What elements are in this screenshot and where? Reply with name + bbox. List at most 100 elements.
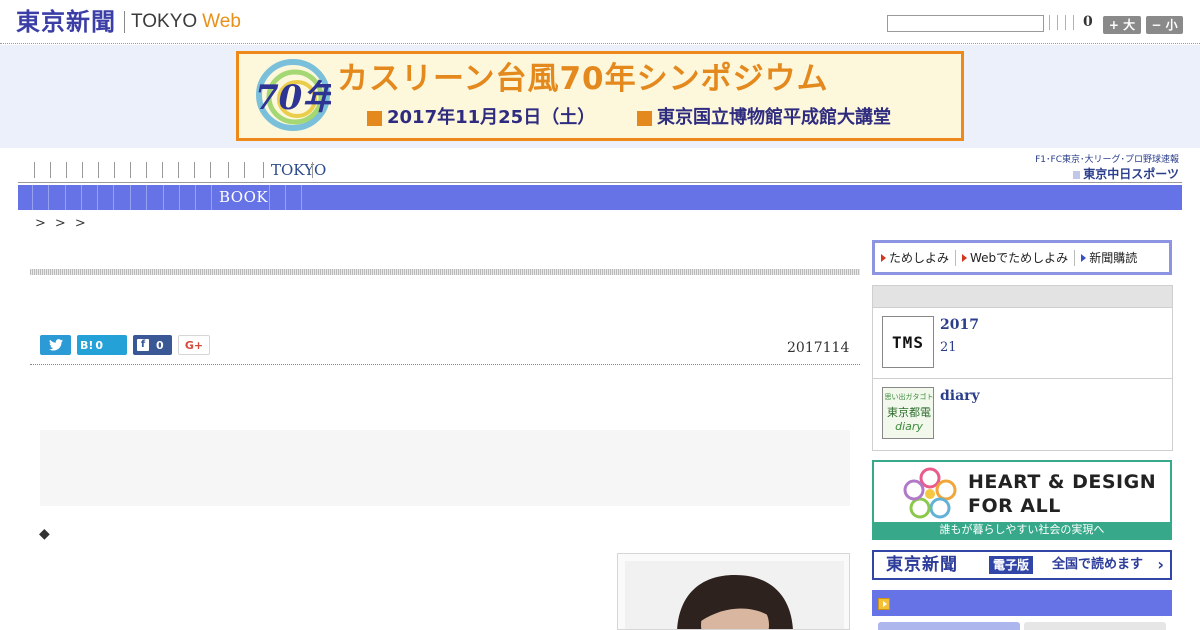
banner-square-bullet [367,111,382,126]
play-icon [1073,170,1081,179]
heart-design-title-2: FOR ALL [968,495,1061,517]
tab-label: 新聞購読 [1089,251,1138,265]
category-item[interactable] [81,185,82,210]
chunichi-sports-caption: F1･FC東京･大リーグ･プロ野球速報 [1035,155,1179,165]
font-smaller-button[interactable]: − 小 [1146,16,1183,34]
category-item[interactable] [130,185,131,210]
banner-date: 2017年11月25日（土） [387,107,596,128]
heart-design-caption: 誰もが暮らしやすい社会の実現へ [874,522,1170,538]
arrow-right-icon [1081,253,1087,262]
nav-item[interactable] [210,162,211,178]
logo-tokyo-shimbun: 東京新聞 [16,8,116,36]
list-item[interactable]: 思い出ガタゴト 東京都電 diary diary [873,379,1172,450]
nav-item[interactable] [244,162,245,178]
sidebar-feature-list: TMS 2017 21 思い出ガタゴト 東京都電 diary diary [872,285,1173,451]
nav-item[interactable] [146,162,147,178]
category-item[interactable] [163,185,164,210]
ranking-tab[interactable] [1024,622,1166,630]
feature-title[interactable]: 2017 [940,317,979,333]
nav-item[interactable] [82,162,83,178]
feature-title[interactable]: diary [940,388,980,404]
site-logo[interactable]: 東京新聞 TOKYO Web [16,8,241,36]
facebook-share-button[interactable]: f 0 [133,335,172,355]
play-icon [878,598,890,610]
banner-venue: 東京国立博物館平成館大講堂 [657,107,891,128]
nav-item[interactable] [114,162,115,178]
article-photo [617,553,850,630]
breadcrumb-separator: > [74,216,86,231]
banner-area: 70年 カスリーン台風70年シンポジウム 2017年11月25日（土） 東京国立… [0,45,1200,148]
category-item[interactable] [65,185,66,210]
twitter-share-button[interactable] [40,335,71,355]
nav-item[interactable] [98,162,99,178]
nav-item-tokyo[interactable]: TOKYO [271,161,326,179]
header-separator [1049,15,1050,30]
nav-item[interactable] [50,162,51,178]
site-header: 東京新聞 TOKYO Web 0 + 大 − 小 [0,0,1200,44]
category-item[interactable] [285,185,286,210]
header-link-separators [1049,15,1074,30]
anniversary-logo-text: 70年 [255,78,331,118]
primary-nav: TOKYO [18,160,1018,180]
symposium-banner-ad[interactable]: 70年 カスリーン台風70年シンポジウム 2017年11月25日（土） 東京国立… [236,51,964,141]
digital-edition-logo: 東京新聞 [886,555,958,575]
twitter-icon [48,339,63,351]
section-bullet: ◆ [39,526,50,542]
font-larger-button[interactable]: + 大 [1103,16,1141,34]
category-item[interactable] [211,185,212,210]
ranking-tab-active[interactable] [878,622,1020,630]
portrait-image [625,561,844,629]
category-item[interactable] [301,185,302,210]
logo-web-text: Web [202,11,241,32]
heart-design-title: HEART & DESIGN [968,471,1157,493]
category-item-book[interactable]: BOOK [219,189,268,206]
nav-item[interactable] [162,162,163,178]
chevron-right-icon: › [1157,555,1164,574]
heart-design-ad[interactable]: HEART & DESIGN FOR ALL 誰もが暮らしやすい社会の実現へ [872,460,1172,540]
hatena-bookmark-button[interactable]: B! 0 [77,335,127,355]
header-separator [1065,15,1066,30]
banner-square-bullet [637,111,652,126]
portrait-silhouette [677,575,793,629]
nav-item[interactable] [228,162,229,178]
nav-item[interactable] [263,162,264,178]
nav-item[interactable] [66,162,67,178]
thumbnail-title: 東京都電 [887,406,931,419]
tab-divider [955,249,957,266]
logo-tokyo-text: TOKYO [131,11,198,32]
digital-edition-banner[interactable]: 東京新聞 電子版 全国で読めます › [872,550,1172,580]
category-item[interactable] [113,185,114,210]
nav-item[interactable] [194,162,195,178]
category-item[interactable] [195,185,196,210]
chunichi-sports-label: 東京中日スポーツ [1083,167,1179,181]
google-plus-icon: G+ [184,338,204,352]
feature-subtitle: 21 [940,340,957,355]
category-item[interactable] [32,185,33,210]
breadcrumb-separator: > [54,216,66,231]
tab-tameshiyomi[interactable]: ためしよみ [881,249,949,266]
nav-item[interactable] [312,162,313,178]
thumbnail-label: diary [895,420,923,433]
tab-web-tameshiyomi[interactable]: Webでためしよみ [962,249,1068,266]
search-input[interactable] [887,15,1044,32]
category-item[interactable] [97,185,98,210]
nav-item[interactable] [130,162,131,178]
headline-rule [30,269,860,275]
category-item[interactable] [48,185,49,210]
google-plus-button[interactable]: G+ [178,335,210,355]
category-item[interactable] [146,185,147,210]
sidebar-section-header [872,590,1172,616]
list-item[interactable]: TMS 2017 21 [873,308,1172,379]
category-item[interactable] [269,185,270,210]
nav-item[interactable] [178,162,179,178]
font-size-value: 0 [1083,14,1093,30]
tms-thumbnail: TMS [882,316,934,368]
nav-item[interactable] [34,162,35,178]
tab-subscribe[interactable]: 新聞購読 [1081,249,1137,266]
subscription-tabs: ためしよみ Webでためしよみ 新聞購読 [872,240,1172,275]
chunichi-sports-link[interactable]: F1･FC東京･大リーグ･プロ野球速報 東京中日スポーツ [1027,154,1179,182]
header-separator [1057,15,1058,30]
category-item[interactable] [179,185,180,210]
article-lead-box [40,430,850,506]
chunichi-sports-name: 東京中日スポーツ [1027,167,1179,181]
